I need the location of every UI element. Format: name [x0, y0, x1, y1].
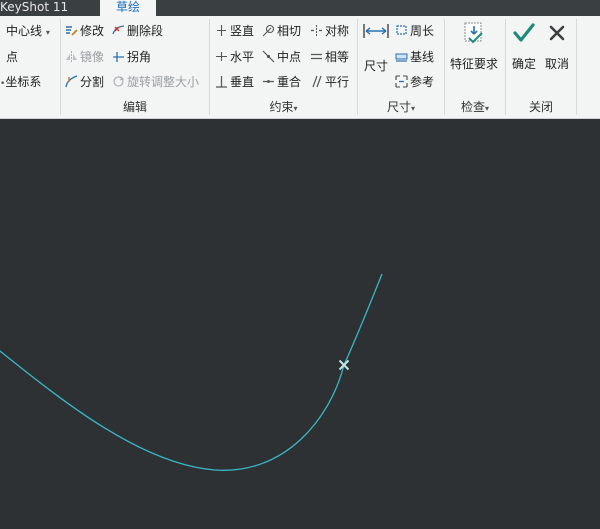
perpendicular-constraint-button[interactable]: 垂直	[215, 73, 254, 91]
sketch-curve[interactable]	[0, 273, 383, 471]
horizontal-icon	[216, 52, 227, 61]
constrain-group-label[interactable]: 约束▾	[210, 99, 357, 115]
chevron-down-icon: ▾	[45, 28, 50, 37]
separator	[576, 19, 577, 115]
feature-requirements-button[interactable]: 特征要求	[447, 22, 501, 86]
baseline-button[interactable]: 基线	[395, 48, 434, 66]
vertical-icon	[217, 25, 226, 36]
reference-icon	[395, 75, 408, 88]
equal-constraint-button[interactable]: 相等	[310, 48, 349, 66]
rotate-resize-icon	[113, 76, 125, 87]
coord-system-button[interactable]: •坐标系	[0, 73, 41, 91]
chevron-down-icon: ▾	[485, 104, 490, 113]
checkmark-icon	[513, 23, 535, 42]
symmetric-constraint-button[interactable]: 对称	[310, 22, 349, 40]
edit-group-label: 编辑	[122, 100, 147, 114]
tab-bar: KeyShot 11 草绘	[0, 0, 600, 16]
sketch-canvas[interactable]	[0, 119, 600, 526]
midpoint-constraint-button[interactable]: 中点	[262, 48, 301, 66]
modify-button[interactable]: 修改	[65, 22, 104, 40]
dimension-icon	[363, 24, 389, 38]
tab-sketch[interactable]: 草绘	[100, 0, 156, 16]
cancel-button[interactable]: 取消	[542, 22, 572, 86]
divide-button[interactable]: 分割	[65, 73, 104, 91]
perpendicular-icon	[216, 76, 227, 88]
divide-icon	[65, 75, 78, 88]
chevron-down-icon: ▾	[411, 104, 416, 113]
equal-icon	[311, 53, 322, 60]
coincident-constraint-button[interactable]: 重合	[262, 73, 301, 91]
tab-keyshot[interactable]: KeyShot 11	[0, 0, 68, 16]
rotate-resize-button[interactable]: 旋转调整大小	[112, 73, 199, 91]
perimeter-button[interactable]: 周长	[395, 22, 434, 40]
modify-icon	[66, 26, 78, 36]
delete-segment-icon	[112, 25, 125, 35]
close-group-label: 关闭	[528, 100, 553, 114]
chevron-down-icon: ▾	[293, 104, 298, 113]
ribbon: 中心线 ▾ 点 •坐标系 修改 删除段 镜像 拐角 分割 旋转调整大小 编辑 竖…	[0, 16, 600, 119]
midpoint-icon	[262, 50, 275, 63]
symmetric-icon	[311, 25, 322, 36]
baseline-icon	[395, 53, 408, 62]
delete-segment-button[interactable]: 删除段	[112, 22, 163, 40]
parallel-icon	[312, 75, 322, 88]
tangent-constraint-button[interactable]: 相切	[262, 22, 301, 40]
ok-button[interactable]: 确定	[509, 22, 539, 86]
close-icon	[549, 25, 565, 41]
feature-requirements-icon	[464, 22, 483, 44]
horizontal-constraint-button[interactable]: 水平	[215, 48, 254, 66]
dimension-group-label[interactable]: 尺寸▾	[358, 99, 444, 115]
perimeter-icon	[396, 25, 407, 35]
coincident-icon	[263, 80, 274, 83]
parallel-constraint-button[interactable]: 平行	[310, 73, 349, 91]
corner-button[interactable]: 拐角	[112, 48, 151, 66]
sketch-svg	[0, 273, 383, 471]
mirror-button[interactable]: 镜像	[65, 48, 104, 66]
dimension-button[interactable]: 尺寸	[361, 22, 391, 86]
curve-point-marker[interactable]	[338, 359, 350, 371]
inspect-group-label[interactable]: 检查▾	[445, 99, 505, 115]
vertical-constraint-button[interactable]: 竖直	[215, 22, 254, 40]
mirror-icon	[66, 51, 77, 62]
tangent-icon	[262, 24, 275, 37]
point-button[interactable]: 点	[6, 48, 18, 66]
corner-icon	[113, 52, 124, 62]
reference-button[interactable]: 参考	[395, 73, 434, 91]
centerline-button[interactable]: 中心线 ▾	[6, 22, 50, 40]
